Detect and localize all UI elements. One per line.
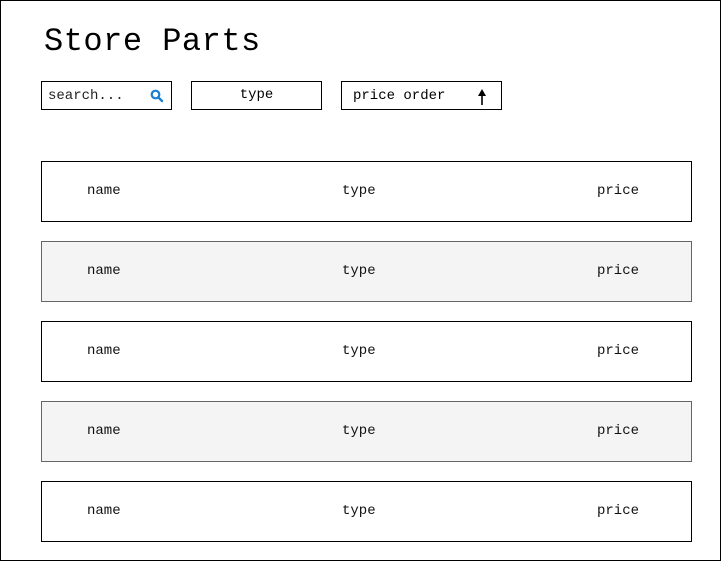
arrow-up-icon bbox=[478, 89, 486, 105]
part-type-cell: type bbox=[342, 183, 376, 199]
price-order-label: price order bbox=[353, 88, 446, 104]
part-type-cell: type bbox=[342, 503, 376, 519]
part-name-cell: name bbox=[87, 343, 121, 359]
table-row[interactable]: name type price bbox=[41, 481, 692, 542]
part-price-cell: price bbox=[597, 263, 640, 279]
part-name-cell: name bbox=[87, 183, 121, 199]
part-price-cell: price bbox=[597, 503, 640, 519]
part-type-cell: type bbox=[342, 263, 376, 279]
page-title: Store Parts bbox=[44, 23, 261, 60]
part-type-cell: type bbox=[342, 423, 376, 439]
part-price-cell: price bbox=[597, 343, 640, 359]
table-row[interactable]: name type price bbox=[41, 241, 692, 302]
part-name-cell: name bbox=[87, 423, 121, 439]
table-row[interactable]: name type price bbox=[41, 321, 692, 382]
search-input[interactable]: search... bbox=[41, 81, 172, 110]
search-icon[interactable] bbox=[150, 89, 164, 103]
table-row[interactable]: name type price bbox=[41, 161, 692, 222]
part-type-cell: type bbox=[342, 343, 376, 359]
part-price-cell: price bbox=[597, 423, 640, 439]
part-name-cell: name bbox=[87, 503, 121, 519]
store-parts-window: Store Parts search... type price order n… bbox=[0, 0, 721, 561]
price-order-button[interactable]: price order bbox=[341, 81, 502, 110]
part-name-cell: name bbox=[87, 263, 121, 279]
part-price-cell: price bbox=[597, 183, 640, 199]
table-row[interactable]: name type price bbox=[41, 401, 692, 462]
type-filter-dropdown[interactable]: type bbox=[191, 81, 322, 110]
search-placeholder: search... bbox=[48, 88, 124, 104]
